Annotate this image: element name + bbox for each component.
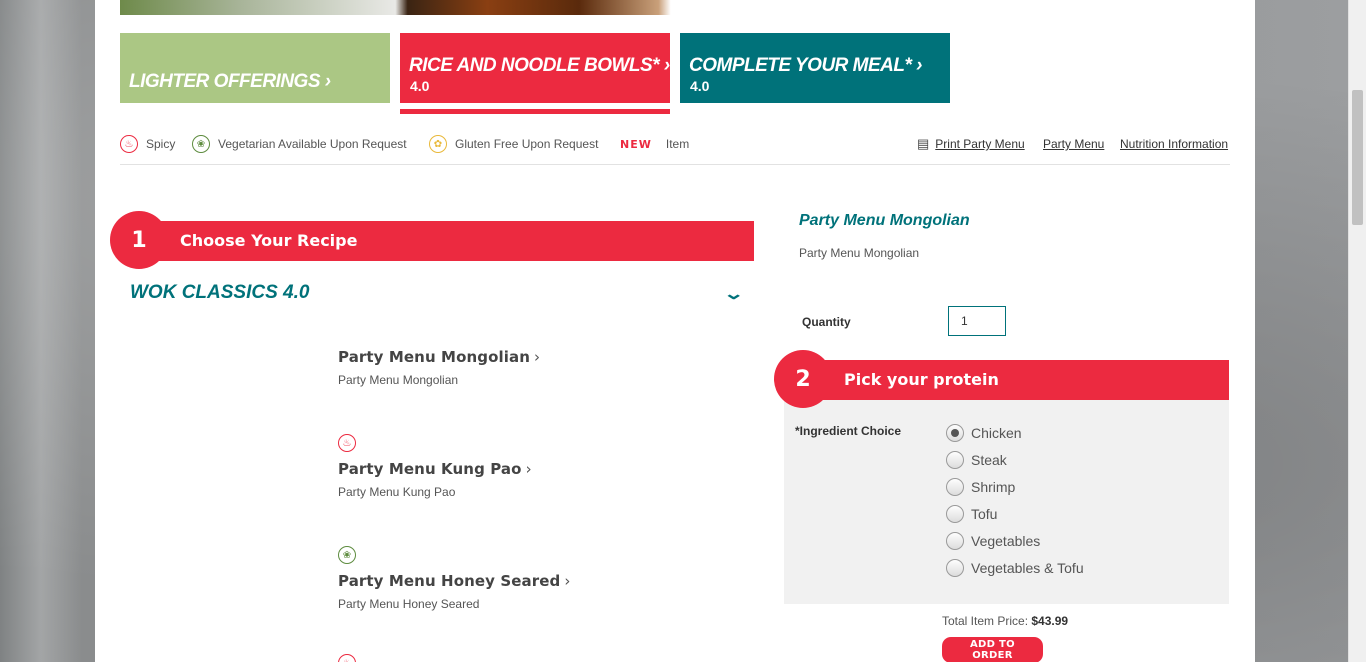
legend-gluten-free: ✿ Gluten Free Upon Request [429,132,598,156]
scrollbar-thumb[interactable] [1352,90,1363,225]
legend-vegetarian: ❀ Vegetarian Available Upon Request [192,132,407,156]
step-label: Pick your protein [844,370,999,389]
recipe-name-text: Party Menu Kung Pao [338,460,522,478]
quantity-label: Quantity [802,315,851,329]
total-item-price: Total Item Price: $43.99 [942,614,1068,628]
party-menu-link[interactable]: Party Menu [1043,137,1104,151]
protein-option-tofu[interactable]: Tofu [946,500,1084,527]
step-2-banner: 2 Pick your protein [774,350,1229,408]
legend-spicy-label: Spicy [146,137,176,151]
party-menu-link-wrap: Party Menu [1043,132,1104,156]
step-number: 2 [774,350,832,408]
legend-new: NEW Item [620,132,689,156]
total-label: Total Item Price: [942,614,1029,628]
radio-button[interactable] [946,423,964,442]
recipe-desc: Party Menu Honey Seared [338,597,480,611]
radio-button[interactable] [946,477,964,496]
vegetarian-icon: ❀ [338,546,356,564]
recipe-name[interactable]: Party Menu Kung Pao › [338,460,738,478]
protein-option-vegetables-tofu[interactable]: Vegetables & Tofu [946,554,1084,581]
tab-version: 4.0 [690,78,710,94]
option-label: Steak [971,451,1007,468]
tab-label: Lighter Offerings › [129,71,331,92]
step-1-banner: 1 Choose Your Recipe [110,211,754,269]
tab-rice-and-noodle-bowls[interactable]: Rice and Noodle Bowls* › 4.0 [400,33,670,103]
chevron-right-icon: › [525,460,532,478]
option-label: Vegetables & Tofu [971,559,1084,576]
quantity-input[interactable] [948,306,1006,336]
option-label: Chicken [971,424,1022,441]
recipe-desc: Party Menu Mongolian [338,373,459,387]
option-label: Tofu [971,505,998,522]
tab-complete-your-meal[interactable]: Complete Your Meal* › 4.0 [680,33,950,103]
step-label: Choose Your Recipe [180,231,358,250]
protein-option-chicken[interactable]: Chicken [946,419,1084,446]
new-badge: NEW [620,137,652,151]
section-title: WOK CLASSICS 4.0 [130,282,310,303]
scrollbar[interactable] [1348,0,1366,662]
radio-button[interactable] [946,558,964,577]
recipe-item[interactable]: ♨ Party Menu Kung Pao › Party Menu Kung P… [338,434,738,499]
vegetarian-icon: ❀ [192,135,210,153]
print-party-menu-link[interactable]: Print Party Menu [935,137,1024,151]
tab-label: Rice and Noodle Bowls* › [409,55,670,76]
page: Lighter Offerings › Rice and Noodle Bowl… [95,0,1255,662]
tab-version: 4.0 [410,78,430,94]
spicy-icon: ♨ [120,135,138,153]
total-value: $43.99 [1031,614,1069,628]
selected-recipe-title: Party Menu Mongolian [799,212,970,229]
chevron-down-icon[interactable]: ⌄ [723,284,744,304]
protein-option-steak[interactable]: Steak [946,446,1084,473]
selected-recipe-desc: Party Menu Mongolian [799,246,920,260]
radio-button[interactable] [946,531,964,550]
chevron-right-icon: › [564,572,571,590]
nutrition-link-wrap: Nutrition Information [1120,132,1228,156]
add-to-order-button[interactable]: ADD TO ORDER [942,637,1043,662]
divider [120,164,1230,165]
option-label: Vegetables [971,532,1041,549]
recipe-name[interactable]: Party Menu Mongolian › [338,348,738,366]
spicy-icon: ♨ [338,434,356,452]
protein-option-vegetables[interactable]: Vegetables [946,527,1084,554]
recipe-desc: Party Menu Kung Pao [338,485,456,499]
recipe-item[interactable]: ❀ Party Menu Honey Seared › Party Menu Ho… [338,546,738,611]
protein-panel: *Ingredient Choice Chicken Steak Shrimp … [784,400,1229,604]
section-wok-classics[interactable]: WOK CLASSICS 4.0 ⌄ [130,282,744,306]
legend-new-label: Item [665,137,690,151]
radio-button[interactable] [946,450,964,469]
nutrition-information-link[interactable]: Nutrition Information [1120,137,1228,151]
step-number: 1 [110,211,168,269]
gluten-free-icon: ✿ [429,135,447,153]
print-party-menu[interactable]: ▤ Print Party Menu [917,132,1025,156]
protein-radio-group: Chicken Steak Shrimp Tofu Vegetables Veg… [946,419,1084,581]
recipe-name[interactable]: Party Menu Honey Seared › [338,572,738,590]
recipe-name-text: Party Menu Honey Seared [338,572,561,590]
spicy-icon: ♨ [338,654,356,662]
radio-button[interactable] [946,504,964,523]
tab-lighter-offerings[interactable]: Lighter Offerings › [120,33,390,103]
active-tab-indicator [400,109,670,114]
option-label: Shrimp [971,478,1016,495]
legend-gluten-free-label: Gluten Free Upon Request [455,137,599,151]
chevron-right-icon: › [534,348,541,366]
protein-option-shrimp[interactable]: Shrimp [946,473,1084,500]
legend-spicy: ♨ Spicy [120,132,175,156]
print-icon: ▤ [917,136,930,151]
ingredient-choice-label: *Ingredient Choice [795,424,902,438]
legend-row: ♨ Spicy ❀ Vegetarian Available Upon Requ… [120,132,1230,156]
recipe-item[interactable]: Party Menu Mongolian › Party Menu Mongoli… [338,348,738,387]
legend-vegetarian-label: Vegetarian Available Upon Request [218,137,407,151]
recipe-name-text: Party Menu Mongolian [338,348,530,366]
tab-label: Complete Your Meal* › [689,55,923,76]
hero-image-strip [120,0,732,15]
